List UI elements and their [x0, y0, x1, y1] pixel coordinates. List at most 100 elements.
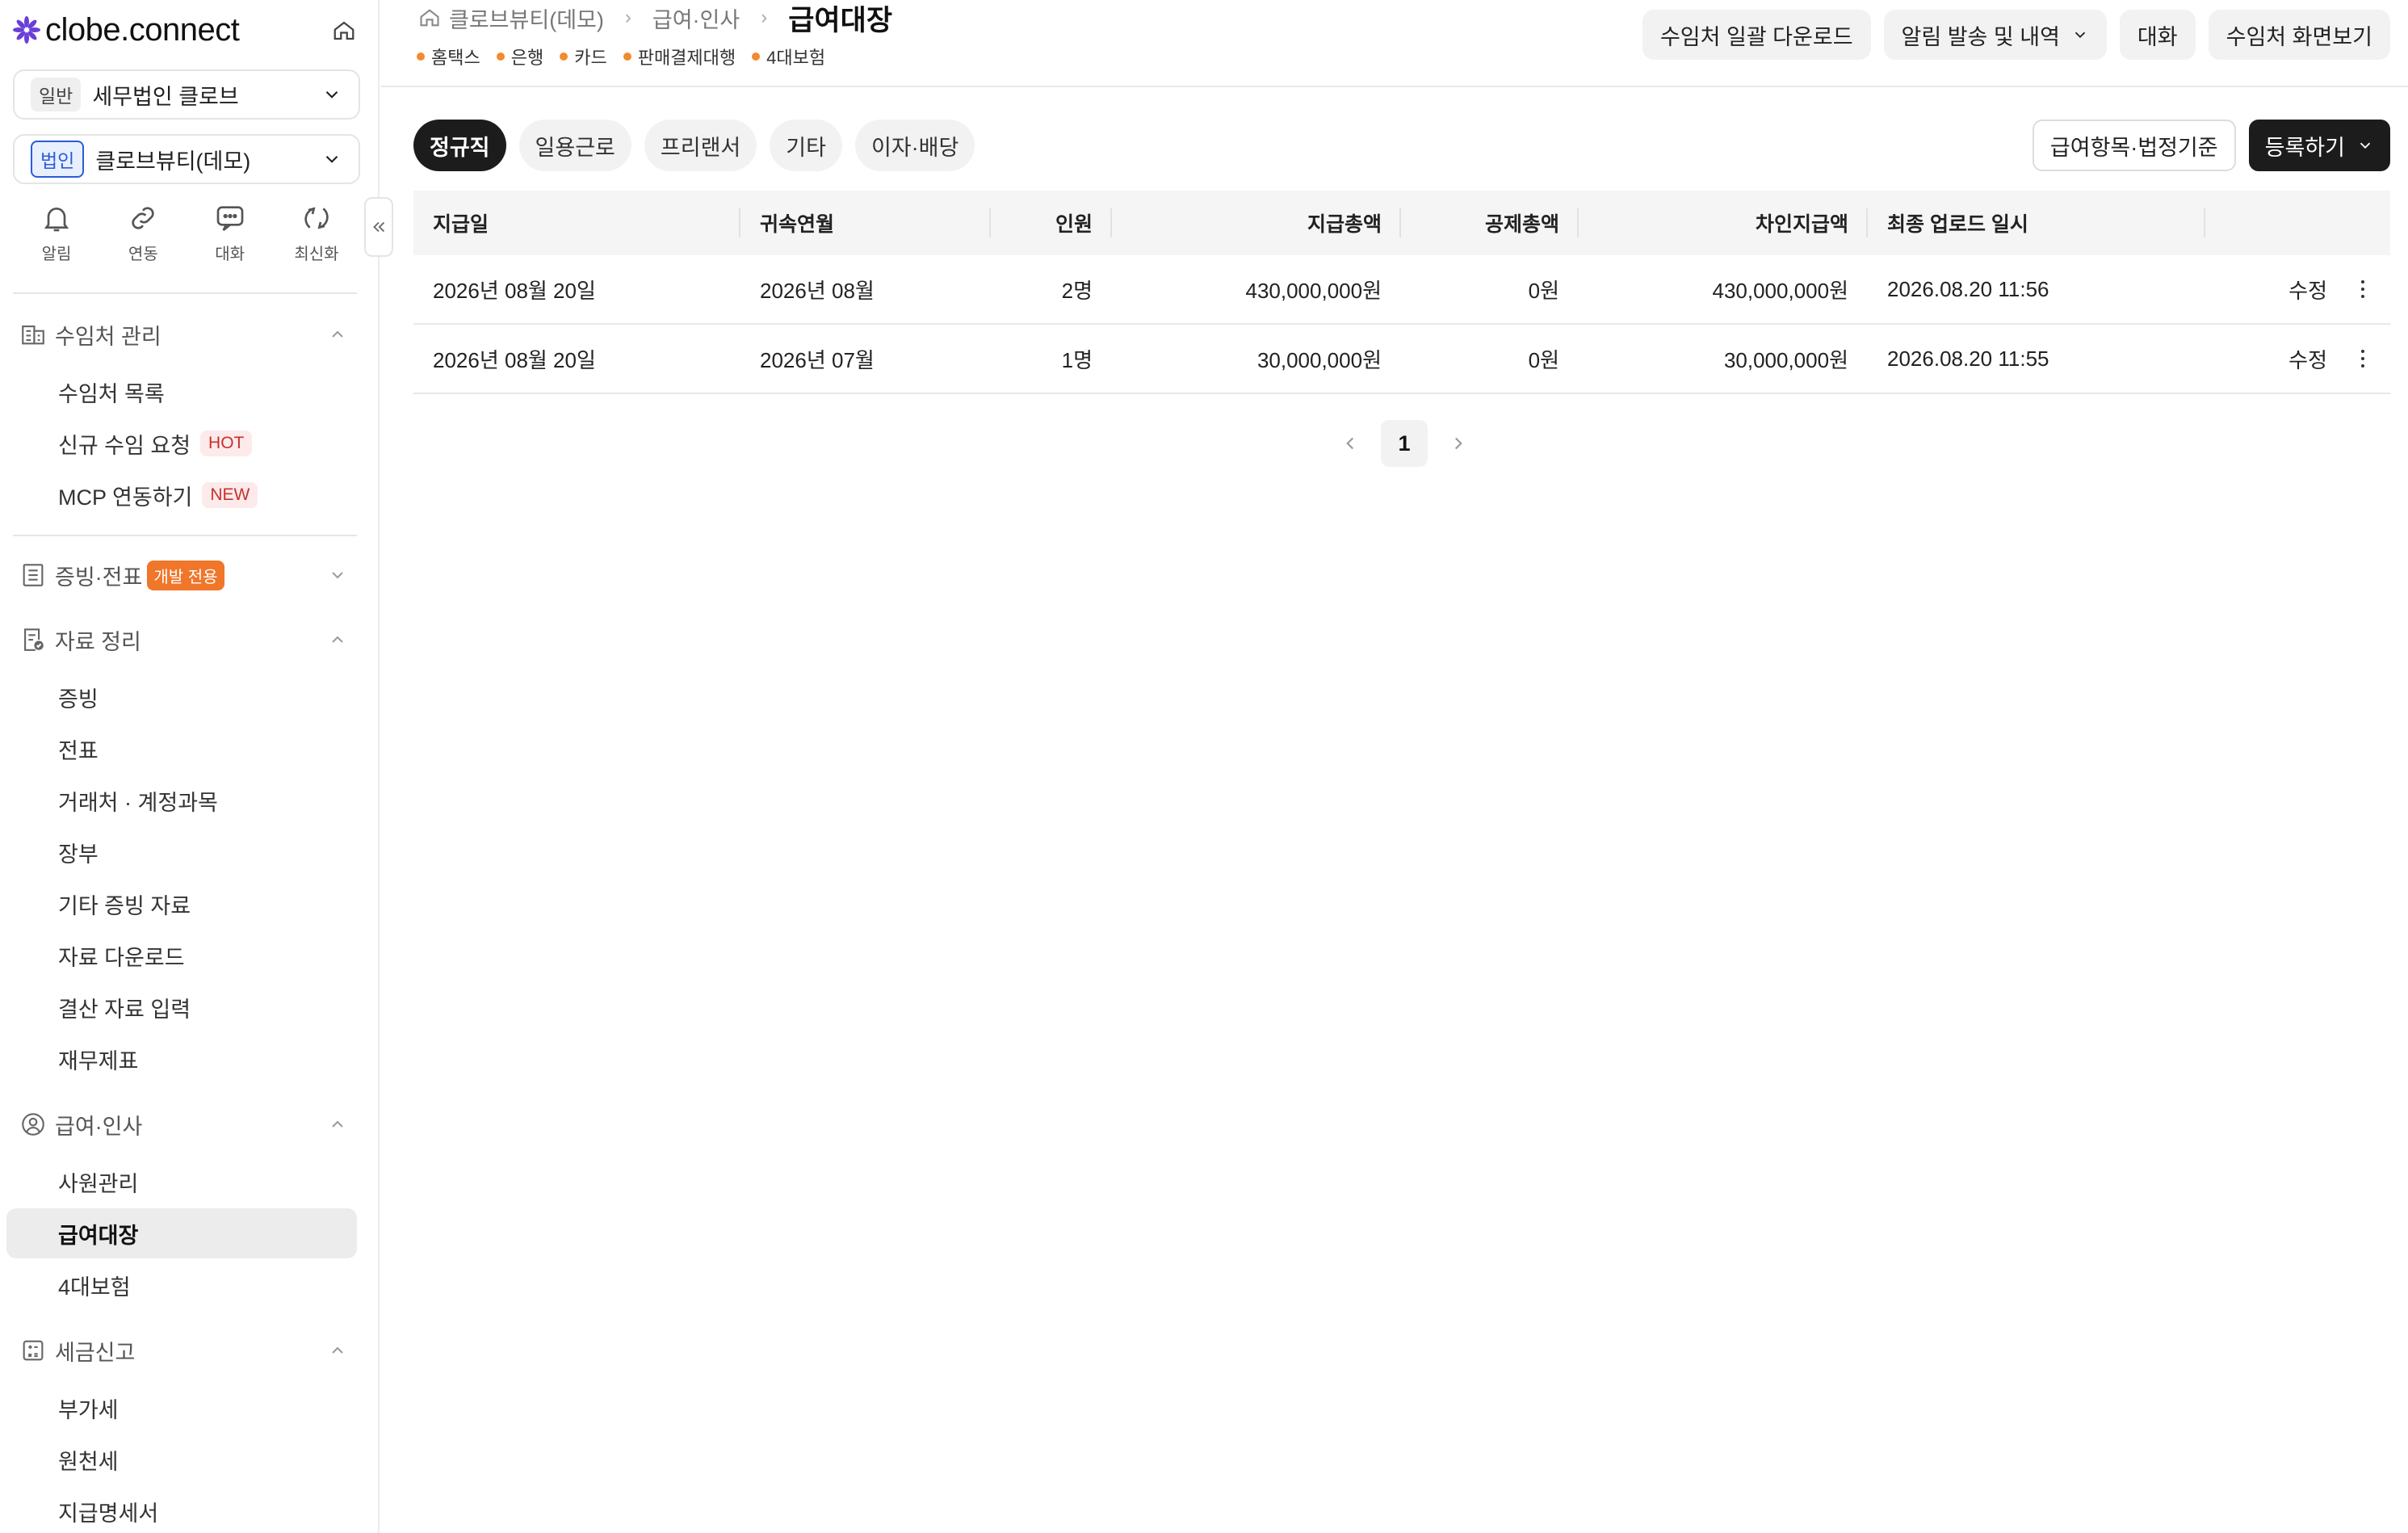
col-net[interactable]: 차인지급액 [1579, 191, 1868, 255]
nav-payment-statement[interactable]: 지급명세서 [6, 1486, 357, 1533]
col-deduction[interactable]: 공제총액 [1401, 191, 1579, 255]
quick-alerts-button[interactable]: 알림 [24, 202, 89, 275]
client-name: 클로브뷰티(데모) [95, 149, 251, 174]
nav-label: 부가세 [58, 1397, 119, 1422]
more-options-icon[interactable] [2355, 346, 2371, 371]
home-icon[interactable] [418, 6, 441, 29]
nav-employees[interactable]: 사원관리 [6, 1157, 357, 1207]
nav-mcp-connect[interactable]: MCP 연동하기 NEW [6, 470, 357, 520]
tab-regular[interactable]: 정규직 [413, 120, 506, 171]
nav-label: MCP 연동하기 [58, 485, 193, 510]
divider [13, 535, 357, 536]
nav-social-insurance[interactable]: 4대보험 [6, 1260, 357, 1310]
chat-button[interactable]: 대화 [2119, 10, 2196, 60]
nav-other-evidence[interactable]: 기타 증빙 자료 [6, 879, 357, 929]
tab-other[interactable]: 기타 [770, 120, 842, 171]
chevron-down-icon [325, 155, 338, 163]
section-tax-label: 세금신고 [55, 1340, 136, 1365]
cell-period: 2026년 08월 [760, 278, 875, 303]
page-title: 급여대장 [788, 4, 893, 36]
nav-label: 수임처 목록 [58, 381, 165, 406]
table-actions: 급여항목·법정기준 등록하기 [2032, 120, 2390, 171]
button-label: 알림 발송 및 내역 [1901, 24, 2060, 49]
home-button[interactable] [328, 15, 360, 47]
tab-label: 프리랜서 [660, 135, 741, 160]
section-data-label: 자료 정리 [55, 629, 141, 654]
section-tax[interactable]: 세금신고 [19, 1331, 347, 1370]
quick-refresh-button[interactable]: 최신화 [284, 202, 349, 275]
logo-text: clobe.connect [45, 11, 240, 48]
client-view-button[interactable]: 수임처 화면보기 [2208, 10, 2390, 60]
prev-page-button[interactable] [1337, 430, 1363, 456]
payroll-standards-button[interactable]: 급여항목·법정기준 [2032, 120, 2236, 171]
nav-data-download[interactable]: 자료 다운로드 [6, 930, 357, 981]
tab-interest-dividend[interactable]: 이자·배당 [854, 120, 975, 171]
firm-select[interactable]: 일반 세무법인 클로브 [13, 69, 360, 120]
breadcrumb-payroll[interactable]: 급여·인사 [652, 2, 740, 34]
client-select[interactable]: 법인 클로브뷰티(데모) [13, 134, 360, 184]
nav-payroll-ledger[interactable]: 급여대장 [6, 1208, 357, 1258]
more-options-icon[interactable] [2355, 277, 2371, 301]
nav-new-request[interactable]: 신규 수임 요청 HOT [6, 418, 357, 468]
notification-send-button[interactable]: 알림 발송 및 내역 [1883, 10, 2107, 60]
section-payroll[interactable]: 급여·인사 [19, 1105, 347, 1144]
section-data[interactable]: 자료 정리 [19, 620, 347, 659]
breadcrumb-separator-icon: › [624, 6, 631, 28]
section-evidence[interactable]: 증빙·전표 개발 전용 [19, 556, 347, 594]
table-row[interactable]: 2026년 08월 20일 2026년 07월 1명 30,000,000원 0… [413, 325, 2390, 394]
user-circle-icon [22, 1113, 44, 1136]
employment-type-tabs: 정규직 일용근로 프리랜서 기타 이자·배당 [413, 120, 975, 171]
section-clients[interactable]: 수임처 관리 [19, 315, 347, 354]
firm-name: 세무법인 클로브 [92, 84, 239, 109]
quick-link-button[interactable]: 연동 [111, 202, 175, 275]
button-label: 수임처 화면보기 [2226, 24, 2372, 49]
quick-refresh-label: 최신화 [294, 246, 339, 263]
edit-button[interactable]: 수정 [2288, 344, 2327, 374]
nav-slip[interactable]: 전표 [6, 724, 357, 774]
bulk-download-button[interactable]: 수임처 일괄 다운로드 [1642, 10, 1871, 60]
nav-closing-input[interactable]: 결산 자료 입력 [6, 982, 357, 1032]
nav-label: 사원관리 [58, 1171, 139, 1196]
logo[interactable]: clobe.connect [13, 10, 360, 50]
cell-pay-date: 2026년 08월 20일 [433, 278, 596, 303]
nav-client-list[interactable]: 수임처 목록 [6, 367, 357, 417]
chevron-down-icon [332, 572, 343, 579]
cell-uploaded: 2026.08.20 11:55 [1887, 346, 2049, 371]
tab-freelancer[interactable]: 프리랜서 [644, 120, 757, 171]
col-period[interactable]: 귀속연월 [740, 191, 991, 255]
page-number[interactable]: 1 [1381, 420, 1428, 467]
nav-ledger[interactable]: 장부 [6, 827, 357, 877]
new-badge: NEW [202, 482, 258, 508]
col-gross[interactable]: 지급총액 [1112, 191, 1401, 255]
divider [13, 292, 357, 294]
chevron-down-icon [2360, 142, 2371, 149]
nav-label: 장부 [58, 842, 99, 867]
chevron-up-icon [332, 1346, 343, 1354]
table-row[interactable]: 2026년 08월 20일 2026년 08월 2명 430,000,000원 … [413, 255, 2390, 325]
button-label: 대화 [2137, 24, 2178, 49]
section-evidence-label: 증빙·전표 [55, 565, 143, 590]
source-label: 카드 [574, 48, 607, 68]
nav-evidence[interactable]: 증빙 [6, 672, 357, 722]
breadcrumb-separator-icon: › [761, 6, 768, 28]
col-pay-date[interactable]: 지급일 [413, 191, 740, 255]
next-page-button[interactable] [1445, 430, 1471, 456]
nav-financial-statements[interactable]: 재무제표 [6, 1034, 357, 1084]
col-people[interactable]: 인원 [991, 191, 1112, 255]
nav-vat[interactable]: 부가세 [6, 1383, 357, 1433]
register-button[interactable]: 등록하기 [2248, 120, 2390, 171]
nav-partner-accounts[interactable]: 거래처 · 계정과목 [6, 775, 357, 825]
col-uploaded[interactable]: 최종 업로드 일시 [1868, 191, 2205, 255]
table-header: 지급일 귀속연월 인원 지급총액 공제총액 차인지급액 최종 업로드 일시 [413, 191, 2390, 255]
quick-chat-button[interactable]: 대화 [198, 202, 262, 275]
cell-actions: 수정 [2205, 255, 2390, 323]
nav-label: 급여대장 [58, 1223, 139, 1248]
source-insurance: 4대보험 [752, 44, 825, 69]
breadcrumb-client[interactable]: 클로브뷰티(데모) [449, 2, 604, 34]
tab-daily[interactable]: 일용근로 [518, 120, 631, 171]
button-label: 급여항목·법정기준 [2049, 135, 2218, 160]
nav-label: 원천세 [58, 1449, 119, 1474]
nav-withholding[interactable]: 원천세 [6, 1434, 357, 1485]
edit-button[interactable]: 수정 [2288, 275, 2327, 304]
chevron-down-icon [325, 90, 338, 99]
